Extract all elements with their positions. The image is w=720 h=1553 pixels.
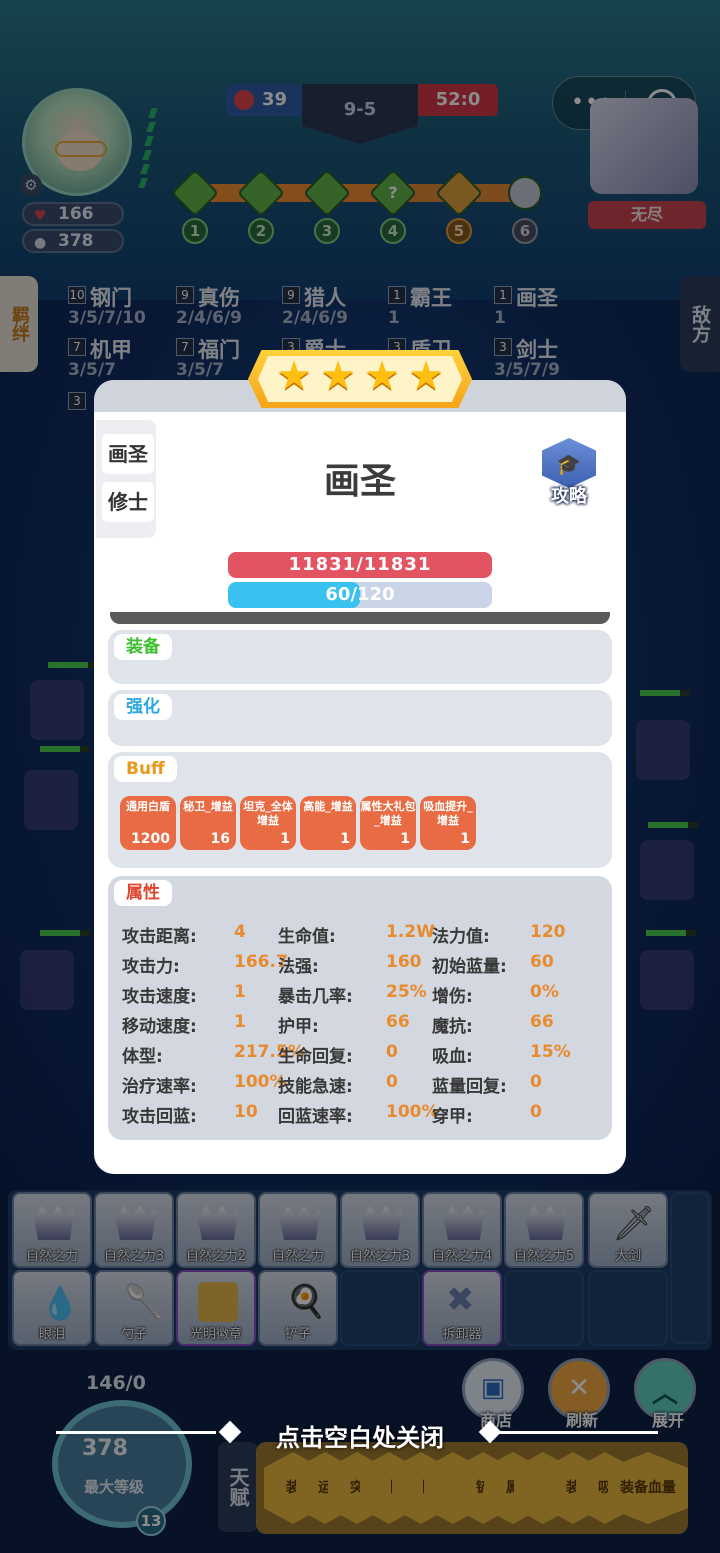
- attribute-value: 10: [234, 1102, 258, 1122]
- attribute-value: 66: [530, 1012, 554, 1032]
- attribute-label: 法强:: [278, 957, 319, 977]
- enhance-section-title: 强化: [114, 694, 172, 720]
- star-icon: ★: [408, 353, 444, 399]
- buff-name: 秘卫_增益: [183, 800, 233, 813]
- attribute-row: 攻击力: 166.7 法强: 160 初始蓝量: 60: [122, 952, 612, 978]
- attribute-label: 攻击速度:: [122, 987, 197, 1007]
- attribute-value: 120: [530, 922, 566, 942]
- attribute-label: 魔抗:: [432, 1017, 473, 1037]
- attribute-value: 66: [386, 1012, 410, 1032]
- attribute-value: 0: [530, 1072, 542, 1092]
- buff-value: 1: [280, 831, 290, 847]
- attribute-label: 初始蓝量:: [432, 957, 507, 977]
- attribute-label: 生命回复:: [278, 1047, 353, 1067]
- hero-detail-modal: 画圣 修士 画圣 🎓 攻略 11831/11831 60/120 装备 强化 B…: [94, 380, 626, 1174]
- star-icon: ★: [364, 353, 400, 399]
- attributes-section-title: 属性: [114, 880, 172, 906]
- attribute-label: 攻击回蓝:: [122, 1107, 197, 1127]
- buff-name: 通用白盾: [126, 800, 170, 813]
- attribute-value: 60: [530, 952, 554, 972]
- hero-mana-text: 60/120: [325, 584, 395, 605]
- attribute-label: 吸血:: [432, 1047, 473, 1067]
- attribute-label: 暴击几率:: [278, 987, 353, 1007]
- attribute-label: 蓝量回复:: [432, 1077, 507, 1097]
- buff-chip[interactable]: 高能_增益 1: [300, 796, 356, 850]
- attribute-label: 体型:: [122, 1047, 163, 1067]
- hero-hp-bar: 11831/11831: [228, 552, 492, 578]
- modal-divider: [110, 612, 610, 624]
- buff-value: 1200: [131, 831, 170, 847]
- star-icon: ★: [276, 353, 312, 399]
- attribute-label: 法力值:: [432, 927, 490, 947]
- equip-section-title: 装备: [114, 634, 172, 660]
- buff-chip[interactable]: 秘卫_增益 16: [180, 796, 236, 850]
- buff-value: 1: [340, 831, 350, 847]
- attribute-value: 15%: [530, 1042, 571, 1062]
- buff-name: 高能_增益: [303, 800, 353, 813]
- graduation-cap-icon: 🎓: [556, 452, 581, 476]
- attribute-label: 移动速度:: [122, 1017, 197, 1037]
- buff-section: Buff 通用白盾 1200 秘卫_增益 16 坦克_全体增益 1 高能_增益 1 属性…: [108, 752, 612, 868]
- attribute-value: 1: [234, 982, 246, 1002]
- enhance-section: 强化: [108, 690, 612, 746]
- attribute-value: 0%: [530, 982, 559, 1002]
- attribute-value: 160: [386, 952, 422, 972]
- buff-chip[interactable]: 吸血提升_增益 1: [420, 796, 476, 850]
- star-icon: ★: [320, 353, 356, 399]
- attribute-row: 攻击回蓝: 10 回蓝速率: 100% 穿甲: 0: [122, 1102, 612, 1128]
- guide-label: 攻略: [551, 486, 587, 507]
- attribute-label: 护甲:: [278, 1017, 319, 1037]
- buff-chip[interactable]: 坦克_全体增益 1: [240, 796, 296, 850]
- guide-button[interactable]: 🎓 攻略: [536, 438, 602, 508]
- attribute-label: 攻击力:: [122, 957, 180, 977]
- attribute-row: 移动速度: 1 护甲: 66 魔抗: 66: [122, 1012, 612, 1038]
- buff-name: 吸血提升_增益: [423, 800, 473, 827]
- attributes-section: 属性 攻击距离: 4 生命值: 1.2W 法力值: 120 攻击力: 166.7 法强: 160 初…: [108, 876, 612, 1140]
- buff-value: 16: [210, 831, 230, 847]
- attribute-label: 生命值:: [278, 927, 336, 947]
- attribute-value: 100%: [386, 1102, 439, 1122]
- attribute-row: 攻击速度: 1 暴击几率: 25% 增伤: 0%: [122, 982, 612, 1008]
- attribute-label: 增伤:: [432, 987, 473, 1007]
- attribute-value: 0: [530, 1102, 542, 1122]
- attribute-value: 4: [234, 922, 246, 942]
- attribute-row: 体型: 217.5% 生命回复: 0 吸血: 15%: [122, 1042, 612, 1068]
- attribute-value: 0: [386, 1042, 398, 1062]
- attribute-label: 技能急速:: [278, 1077, 353, 1097]
- buff-value: 1: [400, 831, 410, 847]
- buff-chip[interactable]: 通用白盾 1200: [120, 796, 176, 850]
- equip-section: 装备: [108, 630, 612, 684]
- buff-chip[interactable]: 属性大礼包_增益 1: [360, 796, 416, 850]
- attribute-value: 0: [386, 1072, 398, 1092]
- buff-value: 1: [460, 831, 470, 847]
- attribute-value: 1.2W: [386, 922, 435, 942]
- attribute-row: 治疗速率: 100% 技能急速: 0 蓝量回复: 0: [122, 1072, 612, 1098]
- close-hint[interactable]: 点击空白处关闭: [0, 1418, 720, 1453]
- attribute-value: 25%: [386, 982, 427, 1002]
- buff-section-title: Buff: [114, 756, 177, 782]
- attribute-label: 回蓝速率:: [278, 1107, 353, 1127]
- attribute-label: 治疗速率:: [122, 1077, 197, 1097]
- attribute-label: 穿甲:: [432, 1107, 473, 1127]
- attribute-row: 攻击距离: 4 生命值: 1.2W 法力值: 120: [122, 922, 612, 948]
- buff-name: 属性大礼包_增益: [360, 800, 416, 827]
- buff-name: 坦克_全体增益: [243, 800, 293, 827]
- attribute-label: 攻击距离:: [122, 927, 197, 947]
- attribute-value: 1: [234, 1012, 246, 1032]
